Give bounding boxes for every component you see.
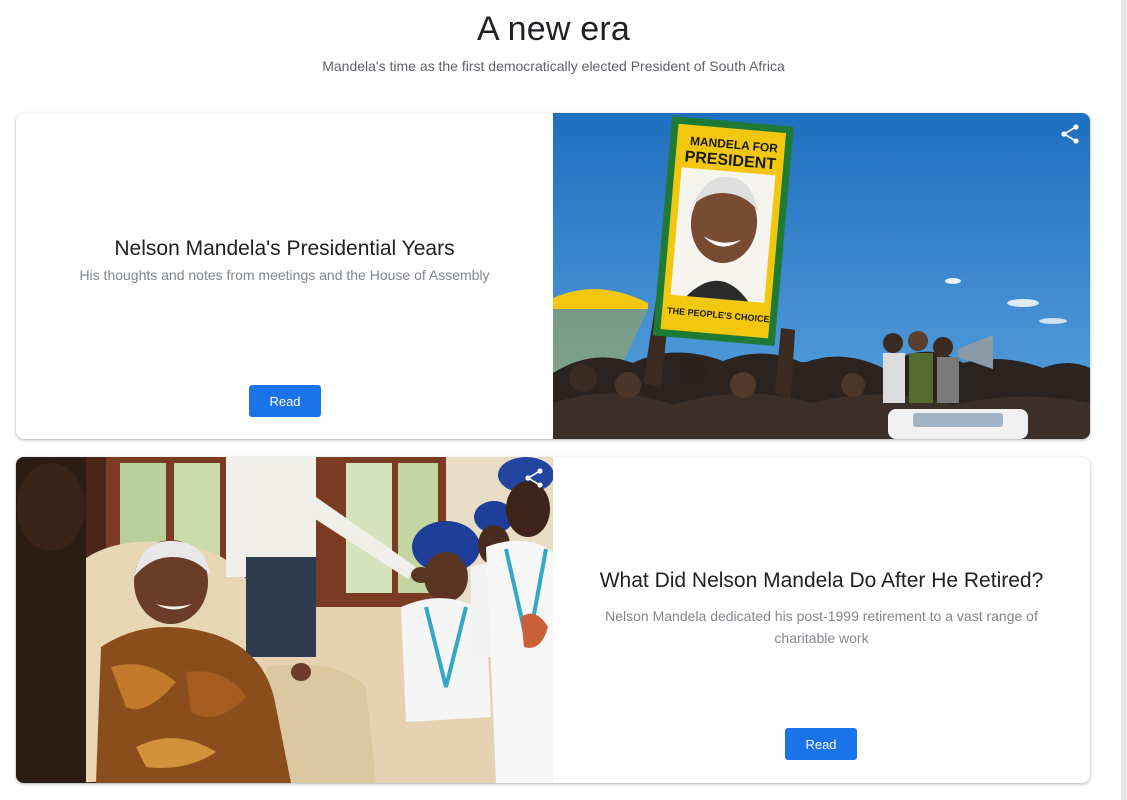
section-header: A new era Mandela's time as the first de… xyxy=(0,0,1107,75)
story-card-retirement[interactable]: What Did Nelson Mandela Do After He Reti… xyxy=(16,457,1090,783)
card-title: Nelson Mandela's Presidential Years xyxy=(114,237,455,260)
page-title: A new era xyxy=(476,10,630,48)
read-button[interactable]: Read xyxy=(785,728,857,760)
rally-photo: MANDELA FOR PRESIDENT THE PEOPLE'S CHOIC… xyxy=(553,113,1090,439)
card-description: Nelson Mandela dedicated his post-1999 r… xyxy=(605,608,1038,646)
card-image-rally[interactable]: MANDELA FOR PRESIDENT THE PEOPLE'S CHOIC… xyxy=(553,113,1090,439)
page-subtitle: Mandela's time as the first democratical… xyxy=(322,58,785,74)
retirement-photo xyxy=(16,457,553,783)
card-title: What Did Nelson Mandela Do After He Reti… xyxy=(599,569,1044,592)
read-button[interactable]: Read xyxy=(249,385,321,417)
share-icon[interactable] xyxy=(522,466,546,490)
share-icon[interactable] xyxy=(1058,122,1082,146)
card-description: His thoughts and notes from meetings and… xyxy=(79,267,490,283)
scrollbar[interactable] xyxy=(1121,0,1127,800)
card-image-retirement[interactable] xyxy=(16,457,553,783)
story-card-presidential-years[interactable]: Nelson Mandela's Presidential Years His … xyxy=(16,113,1090,439)
card-text-panel: Nelson Mandela's Presidential Years His … xyxy=(16,113,553,439)
card-text-panel: What Did Nelson Mandela Do After He Reti… xyxy=(553,457,1090,783)
